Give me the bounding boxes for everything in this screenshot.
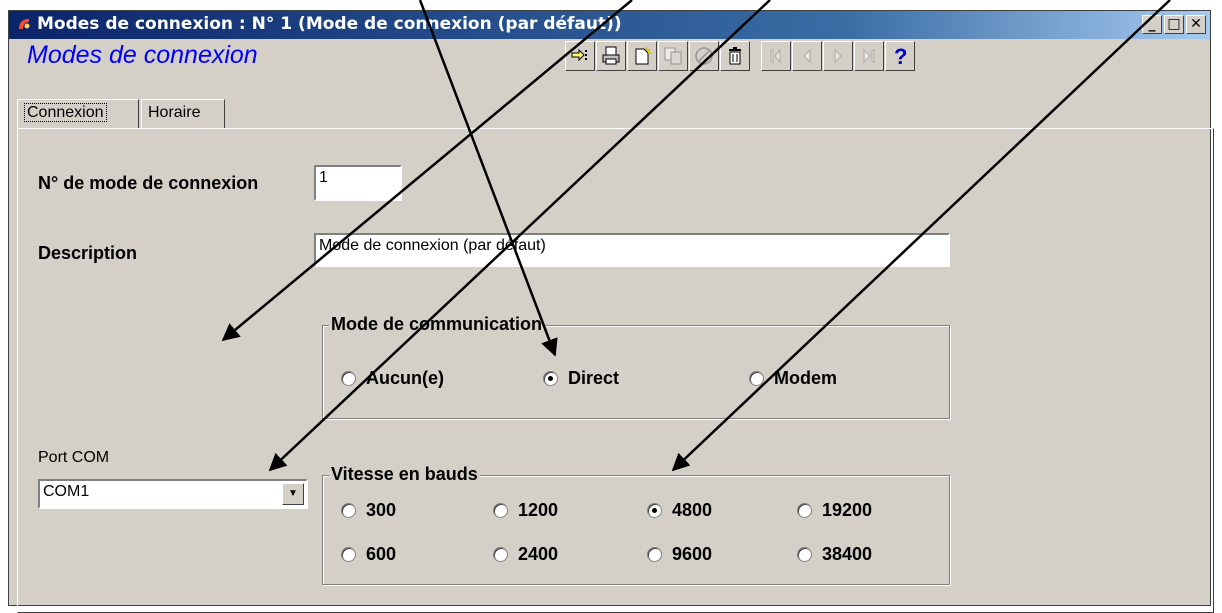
svg-text:?: ? bbox=[894, 45, 907, 67]
previous-icon bbox=[803, 48, 811, 64]
help-button[interactable]: ? bbox=[885, 41, 915, 71]
baud-600-radio[interactable]: 600 bbox=[341, 544, 396, 565]
window-title: Modes de connexion : N° 1 (Mode de conne… bbox=[37, 14, 622, 34]
baud-rate-title: Vitesse en bauds bbox=[329, 464, 480, 485]
comm-mode-modem-label: Modem bbox=[774, 368, 837, 388]
cancel-icon bbox=[695, 47, 713, 65]
baud-4800-label: 4800 bbox=[672, 500, 713, 520]
comm-mode-direct-label: Direct bbox=[568, 368, 620, 388]
tab-connexion[interactable]: Connexion bbox=[17, 99, 139, 129]
cancel-button[interactable] bbox=[689, 41, 719, 71]
select-icon bbox=[571, 48, 587, 62]
number-label: N° de mode de connexion bbox=[38, 173, 259, 193]
tab-connexion-label: Connexion bbox=[24, 103, 107, 122]
baud-2400-label: 2400 bbox=[518, 544, 559, 564]
radio-circle bbox=[797, 503, 812, 518]
copy-icon bbox=[664, 47, 682, 65]
baud-9600-label: 9600 bbox=[672, 544, 713, 564]
radio-circle bbox=[341, 503, 356, 518]
comm-mode-direct-radio[interactable]: Direct bbox=[543, 368, 619, 389]
first-icon bbox=[770, 48, 781, 64]
page-title: Modes de connexion bbox=[27, 41, 258, 69]
print-button[interactable] bbox=[596, 41, 626, 71]
baud-300-radio[interactable]: 300 bbox=[341, 500, 396, 521]
select-button[interactable] bbox=[565, 41, 595, 71]
communication-mode-group: Mode de communication Aucun(e) Direct Mo… bbox=[322, 314, 950, 419]
header-row: Modes de connexion ? bbox=[9, 39, 1210, 73]
minimize-button[interactable]: _ bbox=[1142, 15, 1162, 34]
print-icon bbox=[602, 46, 620, 65]
number-field[interactable]: 1 bbox=[314, 165, 402, 201]
radio-circle bbox=[493, 547, 508, 562]
baud-38400-label: 38400 bbox=[822, 544, 873, 564]
app-icon bbox=[19, 19, 30, 29]
radio-circle bbox=[749, 371, 764, 386]
baud-9600-radio[interactable]: 9600 bbox=[647, 544, 712, 565]
title-bar[interactable]: Modes de connexion : N° 1 (Mode de conne… bbox=[9, 11, 1210, 39]
previous-button[interactable] bbox=[792, 41, 822, 71]
description-label: Description bbox=[38, 243, 138, 263]
comm-mode-modem-radio[interactable]: Modem bbox=[749, 368, 837, 389]
last-button[interactable] bbox=[854, 41, 884, 71]
port-com-value: COM1 bbox=[43, 483, 90, 500]
radio-circle bbox=[647, 547, 662, 562]
connexion-panel: N° de mode de connexion 1 Description Mo… bbox=[17, 128, 1214, 613]
baud-2400-radio[interactable]: 2400 bbox=[493, 544, 558, 565]
close-button[interactable]: ✕ bbox=[1186, 15, 1206, 34]
baud-19200-radio[interactable]: 19200 bbox=[797, 500, 872, 521]
last-icon bbox=[863, 48, 875, 64]
description-field[interactable]: Mode de connexion (par défaut) bbox=[314, 233, 950, 267]
delete-button[interactable] bbox=[720, 41, 750, 71]
copy-button[interactable] bbox=[658, 41, 688, 71]
next-icon bbox=[834, 48, 842, 64]
radio-circle bbox=[797, 547, 812, 562]
port-com-select[interactable]: COM1 ▼ bbox=[38, 479, 308, 509]
connection-modes-window: Modes de connexion : N° 1 (Mode de conne… bbox=[8, 10, 1214, 613]
baud-19200-label: 19200 bbox=[822, 500, 873, 520]
radio-circle-checked bbox=[543, 371, 558, 386]
delete-icon bbox=[729, 47, 741, 65]
help-icon: ? bbox=[894, 45, 907, 67]
tab-horaire[interactable]: Horaire bbox=[141, 99, 225, 129]
new-button[interactable] bbox=[627, 41, 657, 71]
baud-600-label: 600 bbox=[366, 544, 397, 564]
radio-circle-checked bbox=[647, 503, 662, 518]
baud-300-label: 300 bbox=[366, 500, 397, 520]
radio-circle bbox=[341, 371, 356, 386]
comm-mode-aucun-radio[interactable]: Aucun(e) bbox=[341, 368, 444, 389]
tab-horaire-label: Horaire bbox=[148, 104, 201, 121]
communication-mode-title: Mode de communication bbox=[329, 314, 545, 335]
first-button[interactable] bbox=[761, 41, 791, 71]
new-icon bbox=[635, 46, 651, 65]
radio-circle bbox=[341, 547, 356, 562]
port-com-label: Port COM bbox=[38, 449, 110, 466]
baud-1200-radio[interactable]: 1200 bbox=[493, 500, 558, 521]
chevron-down-icon: ▼ bbox=[288, 488, 298, 499]
radio-circle bbox=[493, 503, 508, 518]
baud-1200-label: 1200 bbox=[518, 500, 559, 520]
maximize-button[interactable]: □ bbox=[1164, 15, 1184, 34]
comm-mode-aucun-label: Aucun(e) bbox=[366, 368, 444, 388]
next-button[interactable] bbox=[823, 41, 853, 71]
baud-4800-radio[interactable]: 4800 bbox=[647, 500, 712, 521]
dropdown-button[interactable]: ▼ bbox=[282, 483, 304, 505]
baud-rate-group: Vitesse en bauds 300 1200 4800 19200 600 bbox=[322, 464, 950, 585]
baud-38400-radio[interactable]: 38400 bbox=[797, 544, 872, 565]
